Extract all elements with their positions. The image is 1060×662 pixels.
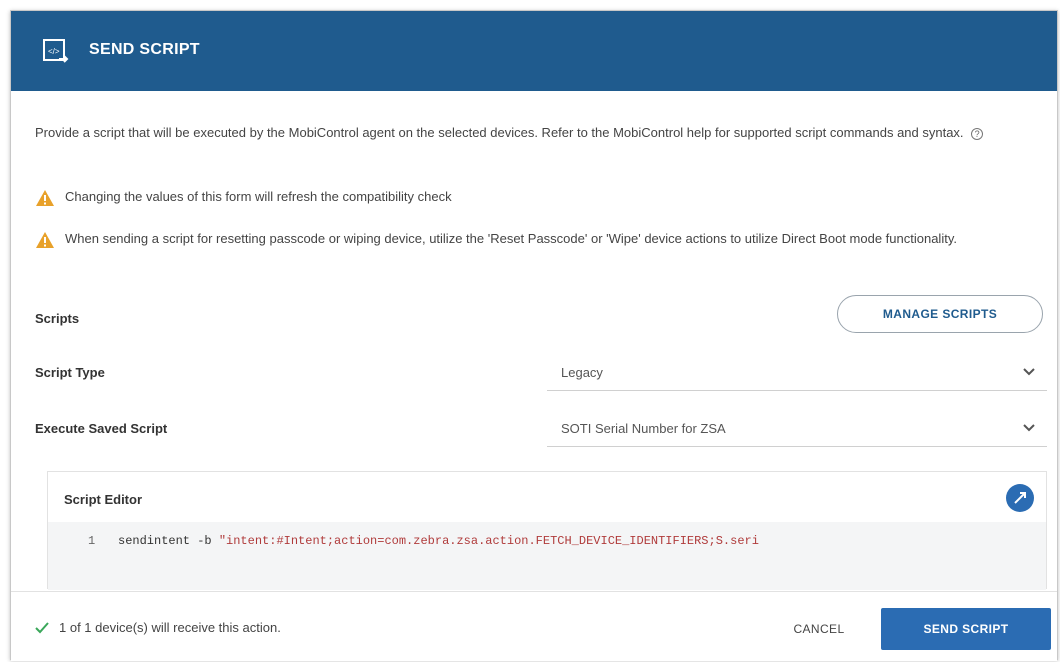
script-send-icon: </> — [43, 39, 69, 63]
check-icon — [35, 621, 49, 633]
code-command: sendintent -b — [118, 534, 219, 548]
expand-editor-button[interactable] — [1006, 484, 1034, 512]
dialog-footer: 1 of 1 device(s) will receive this actio… — [11, 591, 1057, 661]
execute-saved-script-select[interactable]: SOTI Serial Number for ZSA — [547, 411, 1047, 447]
expand-icon — [1014, 492, 1026, 504]
cancel-button[interactable]: CANCEL — [767, 612, 871, 646]
script-type-select[interactable]: Legacy — [547, 355, 1047, 391]
chevron-down-icon — [1023, 368, 1035, 376]
dialog-header: </> SEND SCRIPT — [11, 11, 1057, 91]
scripts-label: Scripts — [35, 311, 80, 326]
code-line: sendintent -b "intent:#Intent;action=com… — [118, 534, 759, 548]
script-editor-title: Script Editor — [64, 492, 143, 507]
warning-text: When sending a script for resetting pass… — [65, 231, 957, 246]
help-icon[interactable]: ? — [971, 127, 984, 140]
warning-direct-boot: When sending a script for resetting pass… — [35, 229, 1035, 249]
script-type-value: Legacy — [561, 365, 603, 380]
send-script-button[interactable]: SEND SCRIPT — [881, 608, 1051, 650]
warning-icon — [36, 232, 54, 248]
line-number: 1 — [88, 534, 96, 548]
warning-icon — [36, 190, 54, 206]
description-text: Provide a script that will be executed b… — [35, 125, 964, 140]
dialog-title: SEND SCRIPT — [89, 41, 200, 58]
script-editor: Script Editor 1 sendintent -b "intent:#I… — [47, 471, 1047, 590]
warning-compatibility: Changing the values of this form will re… — [35, 187, 452, 207]
dialog-description: Provide a script that will be executed b… — [35, 123, 1025, 143]
execute-saved-script-value: SOTI Serial Number for ZSA — [561, 421, 726, 436]
svg-text:</>: </> — [48, 47, 60, 56]
code-string: "intent:#Intent;action=com.zebra.zsa.act… — [218, 534, 759, 548]
send-script-dialog: </> SEND SCRIPT Provide a script that wi… — [10, 10, 1058, 661]
device-status: 1 of 1 device(s) will receive this actio… — [35, 620, 281, 635]
chevron-down-icon — [1023, 424, 1035, 432]
warning-text: Changing the values of this form will re… — [65, 189, 452, 204]
device-status-text: 1 of 1 device(s) will receive this actio… — [59, 620, 281, 635]
script-type-label: Script Type — [35, 365, 105, 380]
manage-scripts-button[interactable]: MANAGE SCRIPTS — [837, 295, 1043, 333]
execute-saved-script-label: Execute Saved Script — [35, 421, 168, 436]
code-area[interactable]: 1 sendintent -b "intent:#Intent;action=c… — [48, 522, 1046, 590]
